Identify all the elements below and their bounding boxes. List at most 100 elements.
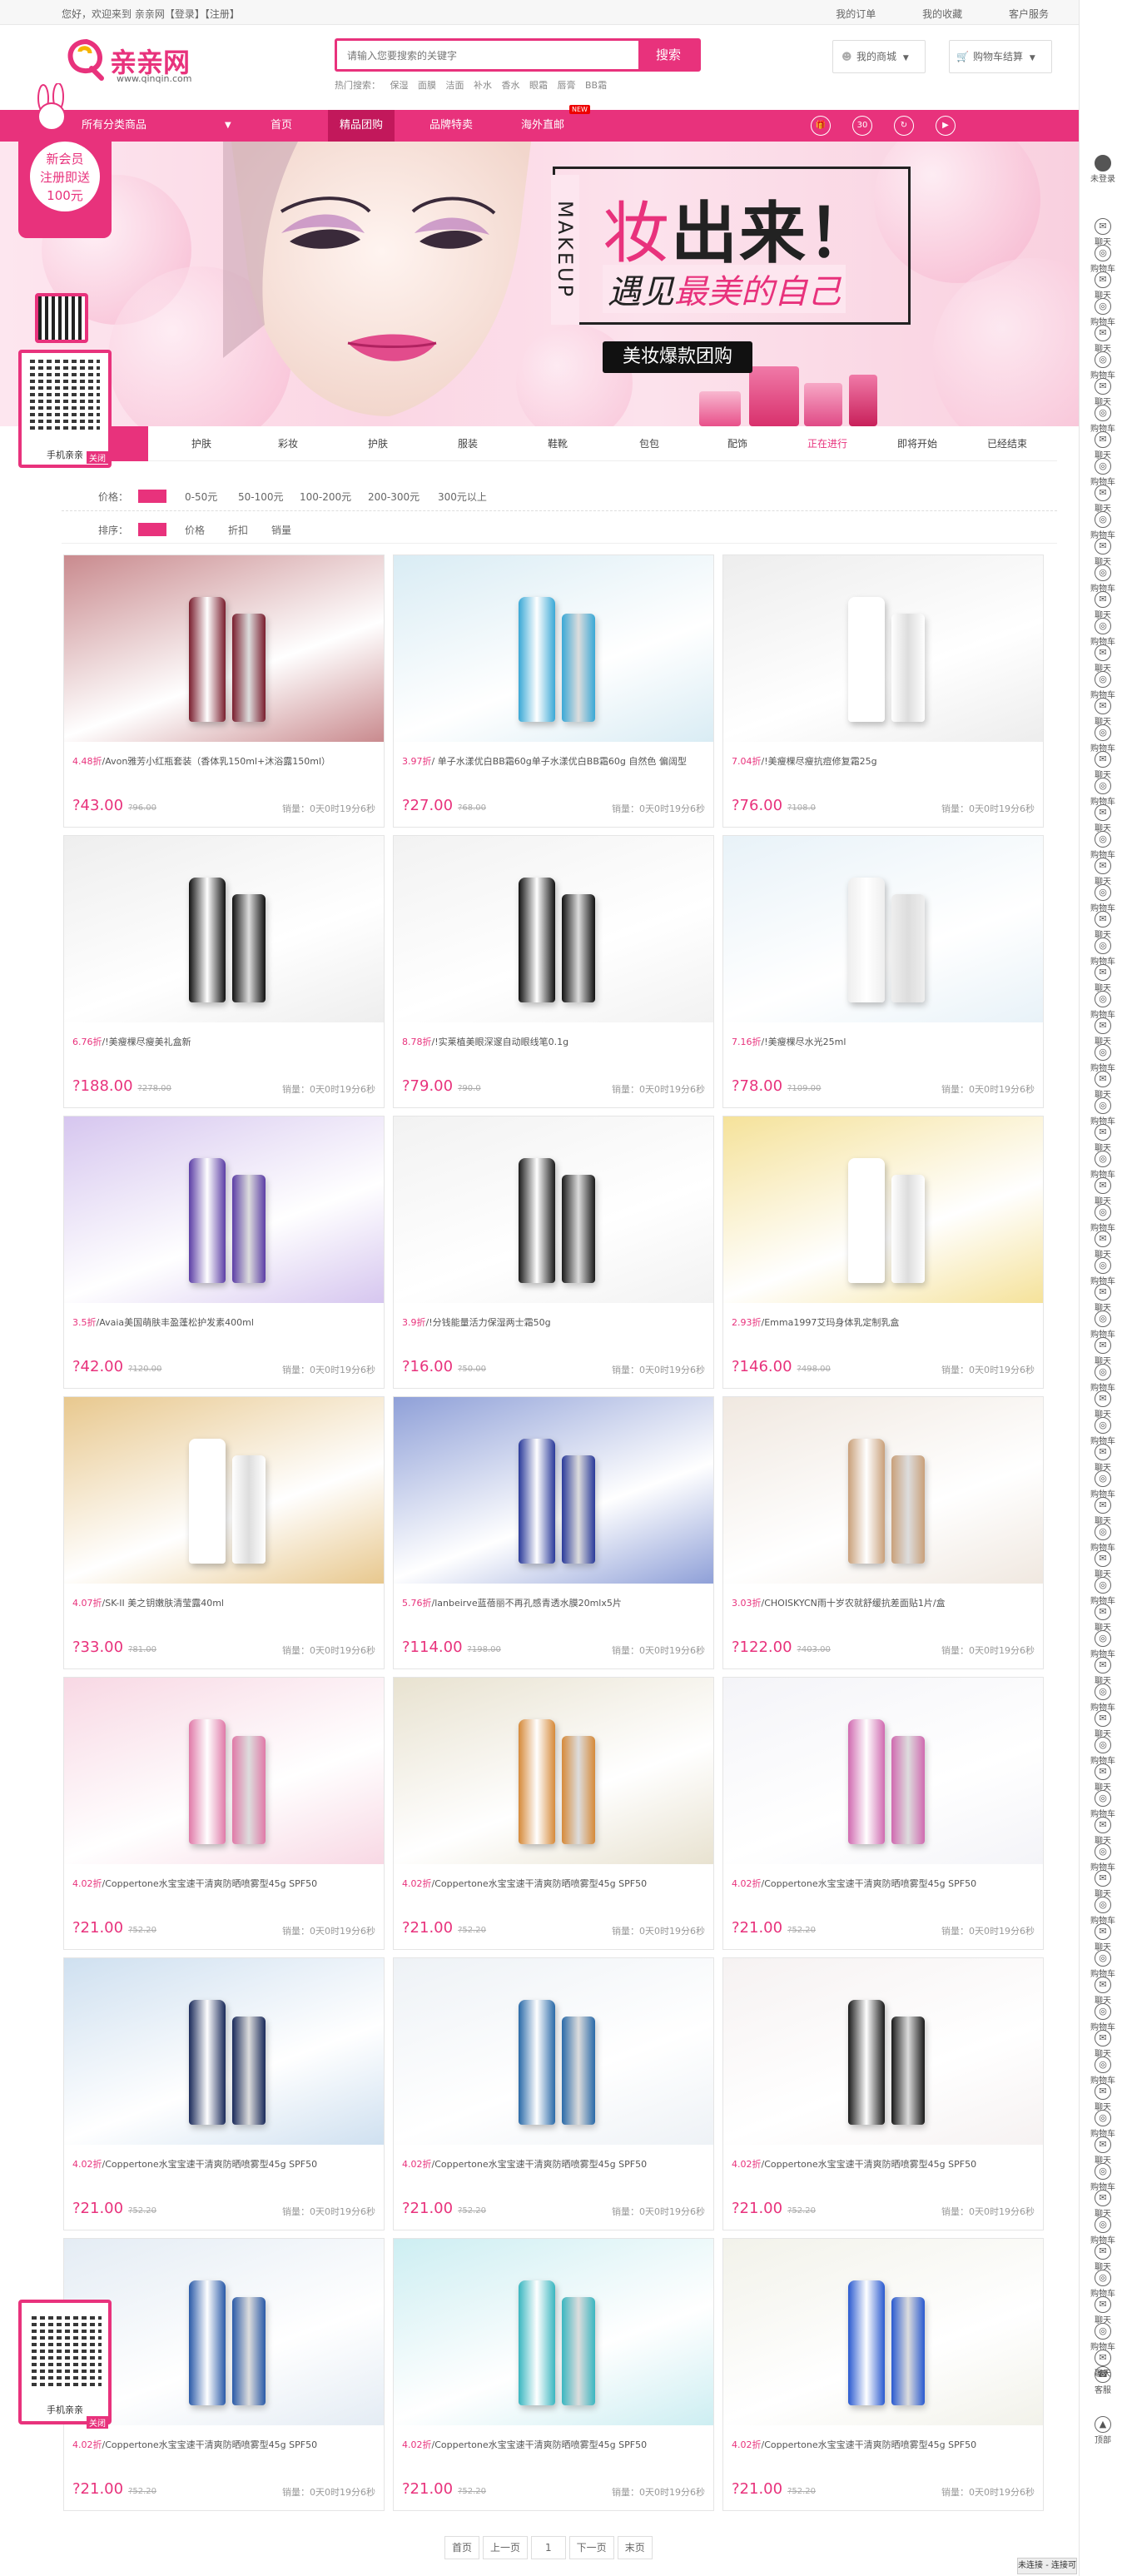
search-button[interactable]: 搜索 [638, 41, 698, 69]
product-title[interactable]: 8.78折/!实莱植美眼深邃自动眼线笔0.1g [402, 1032, 702, 1052]
product-title[interactable]: 5.76折/lanbeirve蓝蓓丽不再孔感青透水膜20mlx5片 [402, 1594, 702, 1614]
product-title[interactable]: 4.02折/Coppertone水宝宝速干清爽防晒喷雾型45g SPF50 [732, 2435, 1031, 2455]
sort-default-selected[interactable] [138, 523, 166, 536]
sort-option[interactable]: 销量 [271, 523, 291, 537]
product-title[interactable]: 3.03折/CHOISKYCN雨十岁农就舒缓抗差面贴1片/盒 [732, 1594, 1031, 1614]
rail-cart[interactable]: ◎ 购物车 [1090, 1097, 1115, 1126]
price-option[interactable]: 50-100元 [238, 490, 284, 504]
rail-cart[interactable]: ◎ 购物车 [1090, 671, 1115, 700]
rail-chat[interactable]: ✉ 聊天 [1090, 1604, 1115, 1633]
rail-cart[interactable]: ◎ 购物车 [1090, 1364, 1115, 1393]
truck-icon[interactable]: ▶ [936, 116, 956, 136]
product-title[interactable]: 2.93折/Emma1997艾玛身体乳定制乳盒 [732, 1313, 1031, 1333]
rail-back-to-top[interactable]: ▲ 顶部 [1090, 2416, 1115, 2445]
product-card[interactable]: 4.02折/Coppertone水宝宝速干清爽防晒喷雾型45g SPF50 ?21… [63, 1957, 385, 2230]
rail-cart[interactable]: ◎ 购物车 [1090, 511, 1115, 540]
rail-chat[interactable]: ✉ 聊天 [1090, 378, 1115, 407]
product-title[interactable]: 4.07折/SK-II 美之钥嫩肤清莹露40ml [72, 1594, 372, 1614]
product-image[interactable] [723, 1397, 1043, 1584]
hero-banner[interactable]: MAKEUP 妆出来！ 遇见最美的自己 美妆爆款团购 [0, 142, 1079, 426]
pager-first[interactable]: 首页 [444, 2536, 480, 2559]
product-image[interactable] [64, 1958, 384, 2145]
rail-chat[interactable]: ✉ 聊天 [1090, 1231, 1115, 1260]
product-card[interactable]: 3.03折/CHOISKYCN雨十岁农就舒缓抗差面贴1片/盒 ?122.00 ?40… [722, 1396, 1044, 1669]
rail-chat[interactable]: ✉ 聊天 [1090, 1497, 1115, 1526]
product-card[interactable]: 3.5折/Avaia美国萌肤丰盈蓬松护发素400ml ?42.00 ?120.00 销… [63, 1116, 385, 1389]
product-card[interactable]: 4.02折/Coppertone水宝宝速干清爽防晒喷雾型45g SPF50 ?21… [722, 1677, 1044, 1950]
tab-shoes[interactable]: 鞋靴 [516, 426, 599, 461]
rail-cart[interactable]: ◎ 购物车 [1090, 618, 1115, 647]
product-image[interactable] [394, 2239, 713, 2425]
rail-cart[interactable]: ◎ 购物车 [1090, 405, 1115, 434]
rail-chat[interactable]: ✉ 聊天 [1090, 271, 1115, 301]
rail-chat[interactable]: ✉ 聊天 [1090, 431, 1115, 460]
rail-chat[interactable]: ✉ 聊天 [1090, 1977, 1115, 2006]
product-image[interactable] [64, 1116, 384, 1303]
rail-cart[interactable]: ◎ 购物车 [1090, 245, 1115, 274]
pager-prev[interactable]: 上一页 [483, 2536, 529, 2559]
rail-chat[interactable]: ✉ 聊天 [1090, 1657, 1115, 1686]
rail-cart[interactable]: ◎ 购物车 [1090, 2323, 1115, 2352]
rail-cart[interactable]: ◎ 购物车 [1090, 1417, 1115, 1446]
rail-chat[interactable]: ✉ 聊天 [1090, 1870, 1115, 1899]
tab-makeup[interactable]: 彩妆 [246, 426, 330, 461]
rail-cart[interactable]: ◎ 购物车 [1090, 2003, 1115, 2032]
rail-cart[interactable]: ◎ 购物车 [1090, 2270, 1115, 2299]
rail-cart[interactable]: ◎ 购物车 [1090, 1630, 1115, 1659]
tab-ended[interactable]: 已经结束 [966, 426, 1049, 461]
product-image[interactable] [394, 1678, 713, 1864]
rail-chat[interactable]: ✉ 聊天 [1090, 485, 1115, 514]
rail-cart[interactable]: ◎ 购物车 [1090, 564, 1115, 594]
rail-chat[interactable]: ✉ 聊天 [1090, 911, 1115, 940]
rail-chat[interactable]: ✉ 聊天 [1090, 804, 1115, 833]
rail-cart[interactable]: ◎ 购物车 [1090, 298, 1115, 327]
rail-cart[interactable]: ◎ 购物车 [1090, 884, 1115, 913]
hot-word[interactable]: 眼霜 [529, 80, 548, 91]
nav-home[interactable]: 首页 [251, 110, 311, 142]
rail-cart[interactable]: ◎ 购物车 [1090, 2216, 1115, 2245]
product-title[interactable]: 4.02折/Coppertone水宝宝速干清爽防晒喷雾型45g SPF50 [732, 1874, 1031, 1894]
rail-chat[interactable]: ✉ 聊天 [1090, 1710, 1115, 1739]
sort-option[interactable]: 价格 [185, 523, 205, 537]
product-title[interactable]: 6.76折/!美瘦棵尽瘦美礼盒新 [72, 1032, 372, 1052]
hot-word[interactable]: 香水 [502, 80, 520, 91]
rail-chat[interactable]: ✉ 聊天 [1090, 2030, 1115, 2059]
product-image[interactable] [64, 836, 384, 1022]
product-title[interactable]: 7.16折/!美瘦棵尽水光25ml [732, 1032, 1031, 1052]
rail-chat[interactable]: ✉ 聊天 [1090, 1284, 1115, 1313]
rail-cart[interactable]: ◎ 购物车 [1090, 937, 1115, 967]
rail-cart[interactable]: ◎ 购物车 [1090, 991, 1115, 1020]
rail-chat[interactable]: ✉ 聊天 [1090, 1763, 1115, 1793]
product-card[interactable]: 4.07折/SK-II 美之钥嫩肤清莹露40ml ?33.00 ?81.00 销量：0… [63, 1396, 385, 1669]
tab-bags[interactable]: 包包 [608, 426, 691, 461]
product-title[interactable]: 7.04折/!美瘦棵尽瘦抗痘修复霜25g [732, 752, 1031, 772]
hot-word[interactable]: 面膜 [418, 80, 436, 91]
rail-chat[interactable]: ✉ 聊天 [1090, 644, 1115, 674]
rail-cart[interactable]: ◎ 购物车 [1090, 1577, 1115, 1606]
rail-cart[interactable]: ◎ 购物车 [1090, 2110, 1115, 2139]
price-all-selected[interactable] [138, 490, 166, 503]
product-card[interactable]: 4.02折/Coppertone水宝宝速干清爽防晒喷雾型45g SPF50 ?21… [393, 1677, 714, 1950]
product-card[interactable]: 4.02折/Coppertone水宝宝速干清爽防晒喷雾型45g SPF50 ?21… [63, 1677, 385, 1950]
tab-skincare-2[interactable]: 护肤 [336, 426, 420, 461]
rail-cart[interactable]: ◎ 购物车 [1090, 1897, 1115, 1926]
thirty-day-icon[interactable]: 30 [852, 116, 872, 136]
product-image[interactable] [723, 555, 1043, 742]
rail-cart[interactable]: ◎ 购物车 [1090, 724, 1115, 753]
pager-current[interactable]: 1 [531, 2536, 566, 2559]
new-member-tag[interactable]: 新会员 注册即送 100元 [18, 130, 112, 238]
cart-button[interactable]: 🛒 购物车结算 ▼ [949, 40, 1052, 73]
product-title[interactable]: 3.5折/Avaia美国萌肤丰盈蓬松护发素400ml [72, 1313, 372, 1333]
product-image[interactable] [394, 555, 713, 742]
rail-chat[interactable]: ✉ 聊天 [1090, 1550, 1115, 1579]
product-card[interactable]: 4.02折/Coppertone水宝宝速干清爽防晒喷雾型45g SPF50 ?21… [722, 2238, 1044, 2511]
product-title[interactable]: 4.48折/Avon雅芳小红瓶套装（香体乳150ml+沐浴露150ml） [72, 752, 372, 772]
hot-word[interactable]: BB霜 [585, 80, 607, 91]
welcome-text[interactable]: 您好，欢迎来到 亲亲网【登录】【注册】 [62, 7, 240, 21]
rail-cart[interactable]: ◎ 购物车 [1090, 2056, 1115, 2086]
rail-chat[interactable]: ✉ 聊天 [1090, 218, 1115, 247]
rail-cart[interactable]: ◎ 购物车 [1090, 1737, 1115, 1766]
rail-chat[interactable]: ✉ 聊天 [1090, 1444, 1115, 1473]
price-option[interactable]: 0-50元 [185, 490, 217, 504]
gift-icon[interactable]: 🎁 [811, 116, 831, 136]
